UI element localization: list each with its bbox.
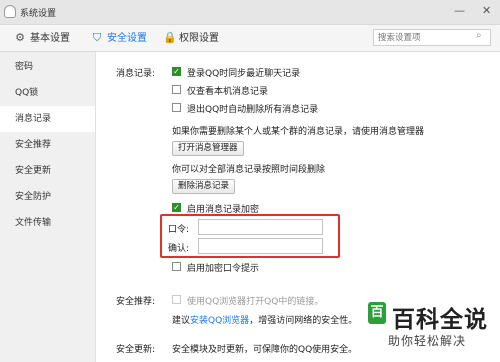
search-input[interactable] <box>373 29 491 46</box>
security-update-description: 安全模块及时更新，可保障你的QQ使用安全。 <box>172 345 358 355</box>
tab-label: 安全设置 <box>107 33 147 44</box>
encrypt-log-checkbox[interactable]: ✓ <box>172 203 181 212</box>
message-log-section-label: 消息记录: <box>116 69 156 79</box>
tab-basic-settings[interactable]: ⚙ 基本设置 <box>14 30 70 46</box>
baike-logo: 百 <box>368 302 386 324</box>
tab-permission-settings[interactable]: 🔒 权限设置 <box>163 30 219 46</box>
manager-hint-text: 如果你需要删除某个人或某个群的消息记录，请使用消息管理器 <box>172 127 425 137</box>
sidebar-item-message-log[interactable]: 消息记录 <box>0 106 95 132</box>
tab-security-settings[interactable]: ⛉ 安全设置 <box>91 30 147 46</box>
sync-recent-chat-label[interactable]: 登录QQ时同步最近聊天记录 <box>187 66 300 79</box>
gear-icon: ⚙ <box>15 31 25 44</box>
title-bar: 系统设置 — ✕ <box>0 0 500 25</box>
password-hint-checkbox[interactable] <box>172 262 181 271</box>
delete-hint-text: 你可以对全部消息记录按照时间段删除 <box>172 165 326 175</box>
sidebar-item-security-recommend[interactable]: 安全推荐 <box>0 132 95 158</box>
confirm-password-label: 确认: <box>168 244 190 254</box>
sidebar-item-qq-lock[interactable]: QQ锁 <box>0 80 95 106</box>
window-title: 系统设置 <box>20 9 57 19</box>
security-recommend-section-label: 安全推荐: <box>116 297 156 307</box>
suggest-suffix: ，增强访问网络的安全性。 <box>249 316 358 326</box>
watermark-title: 百科全说 <box>392 307 488 333</box>
password-hint-label[interactable]: 启用加密口令提示 <box>187 261 259 274</box>
password-label: 口令: <box>168 225 190 235</box>
local-only-label[interactable]: 仅查看本机消息记录 <box>187 84 268 97</box>
local-only-checkbox[interactable] <box>172 85 181 94</box>
search-icon[interactable]: ⌕ <box>476 30 482 41</box>
auto-delete-checkbox[interactable] <box>172 103 181 112</box>
qq-browser-links-checkbox[interactable] <box>172 295 181 304</box>
security-update-section-label: 安全更新: <box>116 345 156 355</box>
auto-delete-label[interactable]: 退出QQ时自动删除所有消息记录 <box>187 102 318 115</box>
watermark-subtitle: 助你轻松解决 <box>388 334 467 348</box>
install-qq-browser-link[interactable]: 安装QQ浏览器 <box>190 316 249 326</box>
open-message-manager-button[interactable]: 打开消息管理器 <box>172 141 244 156</box>
settings-toolbar: ⚙ 基本设置 ⛉ 安全设置 🔒权限设置 ⌕ <box>0 25 500 52</box>
tab-label: 基本设置 <box>30 33 70 44</box>
password-field[interactable] <box>198 219 323 235</box>
sidebar-item-security-update[interactable]: 安全更新 <box>0 158 95 184</box>
shield-icon: ⛉ <box>92 31 102 44</box>
qq-penguin-icon <box>4 5 16 18</box>
tab-label: 权限设置 <box>179 33 219 44</box>
sidebar-item-security-protection[interactable]: 安全防护 <box>0 184 95 210</box>
browser-suggestion: 建议安装QQ浏览器，增强访问网络的安全性。 <box>172 313 357 326</box>
sync-recent-chat-checkbox[interactable]: ✓ <box>172 67 181 76</box>
confirm-password-field[interactable] <box>198 238 323 254</box>
close-button[interactable]: ✕ <box>482 4 491 18</box>
lock-icon: 🔒 <box>163 31 177 44</box>
suggest-prefix: 建议 <box>172 316 191 326</box>
delete-message-log-button[interactable]: 删除消息记录 <box>172 179 236 194</box>
sidebar: 密码 QQ锁 消息记录 安全推荐 安全更新 安全防护 文件传输 <box>0 52 96 362</box>
minimize-button[interactable]: — <box>454 4 465 18</box>
qq-browser-links-label: 使用QQ浏览器打开QQ中的链接。 <box>187 297 324 307</box>
sidebar-item-password[interactable]: 密码 <box>0 54 95 80</box>
sidebar-item-file-transfer[interactable]: 文件传输 <box>0 210 95 236</box>
